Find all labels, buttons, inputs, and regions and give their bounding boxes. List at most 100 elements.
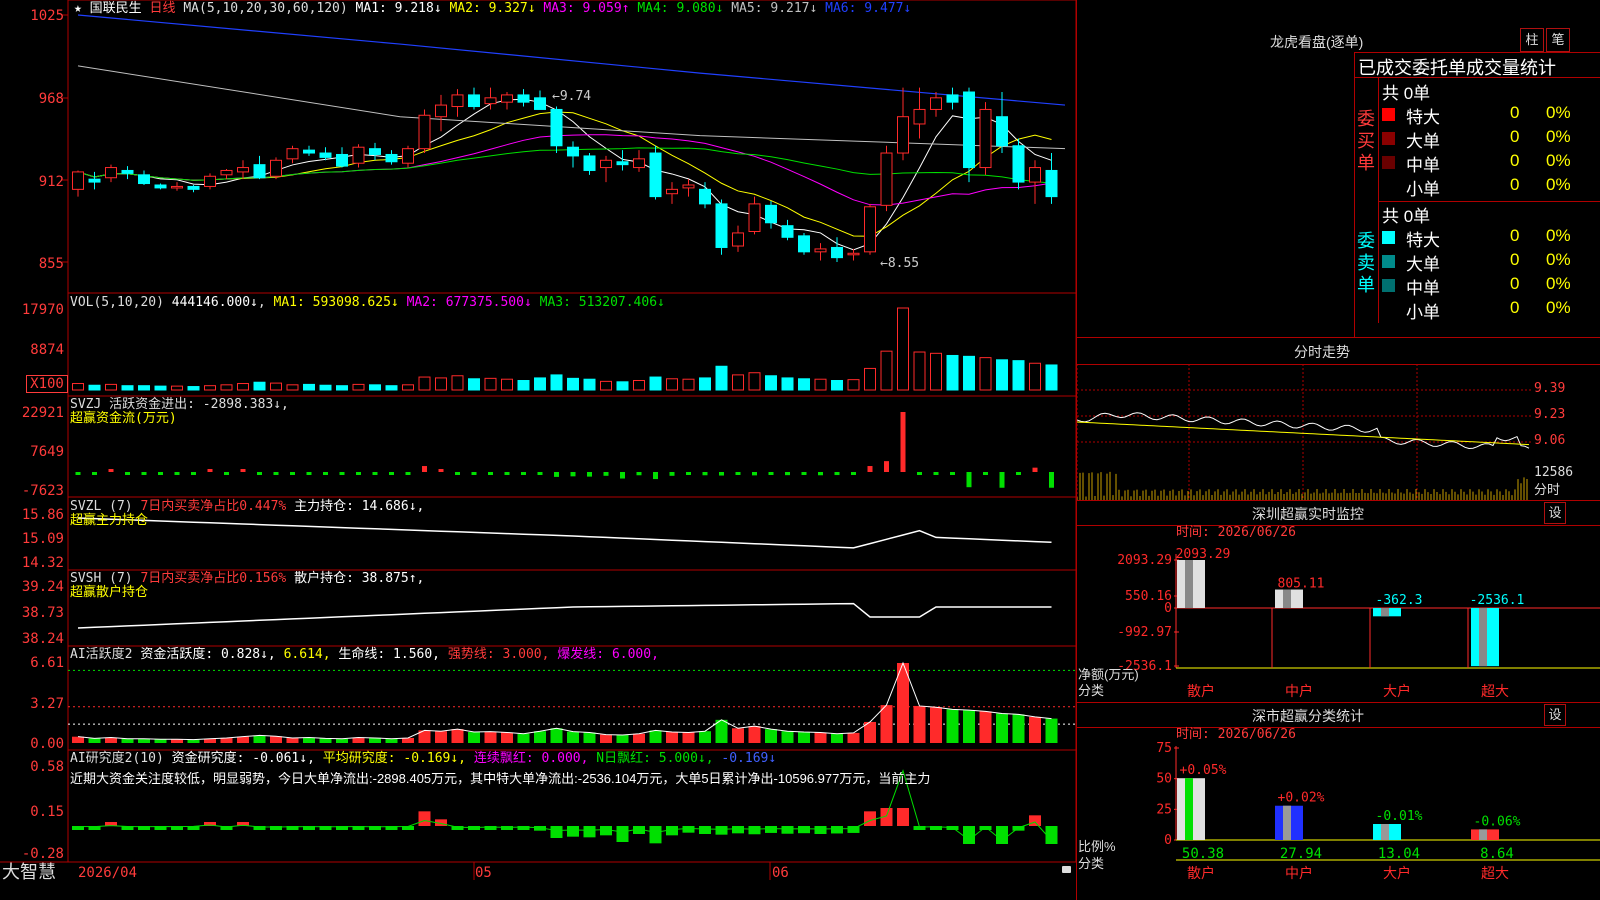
volume-bar <box>765 375 777 391</box>
money-flow-bar <box>801 472 807 475</box>
ma-value: MA3: 9.059↑ <box>543 1 638 16</box>
brand-label: 大智慧 <box>2 862 56 882</box>
classify-bar-shade <box>1381 824 1389 840</box>
ai2-avg: 平均研究度: -0.169↓, <box>322 751 467 766</box>
money-flow-bar <box>900 412 906 472</box>
money-flow-bar <box>488 472 493 475</box>
x-axis-date: 2026/04 <box>78 865 138 881</box>
ai2-y-tick: 0.15 <box>30 804 64 820</box>
classify-category: 散户 <box>1187 865 1215 882</box>
sell-total: 共 0单 <box>1382 207 1431 226</box>
monitor-category: 中户 <box>1285 683 1313 700</box>
classify-settings-button[interactable]: 设 <box>1544 704 1566 726</box>
volume-bar <box>864 367 876 391</box>
column-mode-button[interactable]: 柱 <box>1520 28 1544 52</box>
money-flow-bar <box>653 472 658 480</box>
stat-percent: 0% <box>1546 250 1571 269</box>
monitor-bar-shade <box>1185 560 1193 608</box>
volume-bar <box>814 378 827 391</box>
candle-body <box>237 167 249 173</box>
x-axis-month: 05 <box>475 865 492 881</box>
volume-bar <box>385 385 398 391</box>
activity-bar <box>534 731 546 743</box>
candle-body <box>864 206 876 253</box>
classify-y-tick: 75 <box>1156 741 1172 756</box>
pane-border <box>67 749 1076 863</box>
research-bar <box>963 826 975 844</box>
main-y-tick: 912 <box>38 174 64 190</box>
chart-frame <box>0 0 1076 880</box>
svzl-holding: 主力持仓: 14.686↓, <box>294 499 425 514</box>
candle-body <box>352 146 365 164</box>
candle-body <box>831 246 843 259</box>
classify-bar-shade <box>1283 805 1291 840</box>
money-flow-bar <box>356 472 361 475</box>
svzj-y-tick: -7623 <box>21 483 64 499</box>
research-bar <box>798 826 810 834</box>
candle-body <box>979 108 992 169</box>
svsh-holding: 散户持仓: 38.875↑, <box>294 571 425 586</box>
intraday-chart[interactable] <box>1077 364 1533 500</box>
volume-bar <box>930 352 942 391</box>
stat-name: 中单 <box>1406 156 1440 175</box>
candle-body <box>369 148 381 155</box>
classify-change-label: +0.02% <box>1278 791 1325 806</box>
monitor-value-label: -2536.1 <box>1470 593 1525 608</box>
classify-change-label: -0.01% <box>1376 809 1423 824</box>
research-bar <box>864 811 876 826</box>
ai1-y-tick: 0.00 <box>30 736 64 752</box>
volume-bar <box>352 383 365 391</box>
ai2-research: 资金研究度: -0.061↓, <box>171 751 315 766</box>
lock-icon[interactable] <box>1062 866 1071 873</box>
candle-body <box>88 178 101 183</box>
star-icon[interactable]: ★ <box>74 1 82 16</box>
monitor-settings-button[interactable]: 设 <box>1544 502 1566 524</box>
classify-cat-label: 分类 <box>1078 856 1105 871</box>
ma-value: MA5: 9.217↓ <box>731 1 826 16</box>
vol-ma1: MA1: 593098.625↓ <box>273 295 399 310</box>
stat-divider <box>1354 77 1600 78</box>
classify-value-label: 50.38 <box>1182 846 1224 862</box>
money-flow-bar <box>174 472 180 475</box>
main-y-tick: 968 <box>38 91 64 107</box>
volume-bar <box>979 357 992 391</box>
ai1-y-tick: 6.61 <box>30 655 64 671</box>
volume-bar <box>732 374 744 391</box>
volume-bar <box>616 381 629 391</box>
ai2-title: AI研究度2(10) <box>70 751 164 766</box>
activity-bar <box>435 731 447 743</box>
ai2-header: AI研究度2(10) 资金研究度: -0.061↓, 平均研究度: -0.169… <box>70 752 776 766</box>
volume-bar <box>1045 364 1058 391</box>
money-flow-bar <box>455 472 460 475</box>
activity-bar <box>121 738 134 743</box>
money-flow-bar <box>306 472 312 475</box>
volume-bar <box>666 378 678 391</box>
volume-bar <box>517 380 530 391</box>
money-flow-bar <box>851 472 856 475</box>
period-label[interactable]: 日线 <box>150 0 176 15</box>
ai1-burst: 爆发线: 6.000, <box>557 647 659 662</box>
ai1-title: AI活跃度2 <box>70 647 133 662</box>
stat-percent: 0% <box>1546 226 1571 245</box>
research-bar <box>583 826 596 838</box>
monitor-y-tick: 2093.29 <box>1117 553 1172 568</box>
money-flow-bar <box>570 472 576 477</box>
ma-values: MA1: 9.218↓ MA2: 9.327↓ MA3: 9.059↑ MA4:… <box>356 1 912 16</box>
monitor-title: 深圳超赢实时监控 <box>1252 506 1364 522</box>
volume-bar <box>204 385 216 391</box>
money-flow-bar <box>1049 472 1054 488</box>
activity-bar <box>600 734 612 743</box>
svzl-header: SVZL (7) 7日内买卖净占比0.447% 主力持仓: 14.686↓, <box>70 500 424 514</box>
candle-body <box>583 155 596 171</box>
candlesticks[interactable] <box>72 87 1058 262</box>
high-price-marker: ←9.74 <box>552 89 592 104</box>
activity-bar <box>550 728 563 743</box>
monitor-value-label: 2093.29 <box>1176 547 1231 562</box>
money-flow-bar <box>537 472 543 475</box>
tick-mode-button[interactable]: 笔 <box>1546 28 1570 52</box>
activity-bar <box>154 739 167 743</box>
vol-unit[interactable]: X100 <box>26 375 68 393</box>
volume-bar <box>748 372 761 391</box>
money-flow-bar <box>867 466 873 472</box>
candle-body <box>468 94 480 108</box>
